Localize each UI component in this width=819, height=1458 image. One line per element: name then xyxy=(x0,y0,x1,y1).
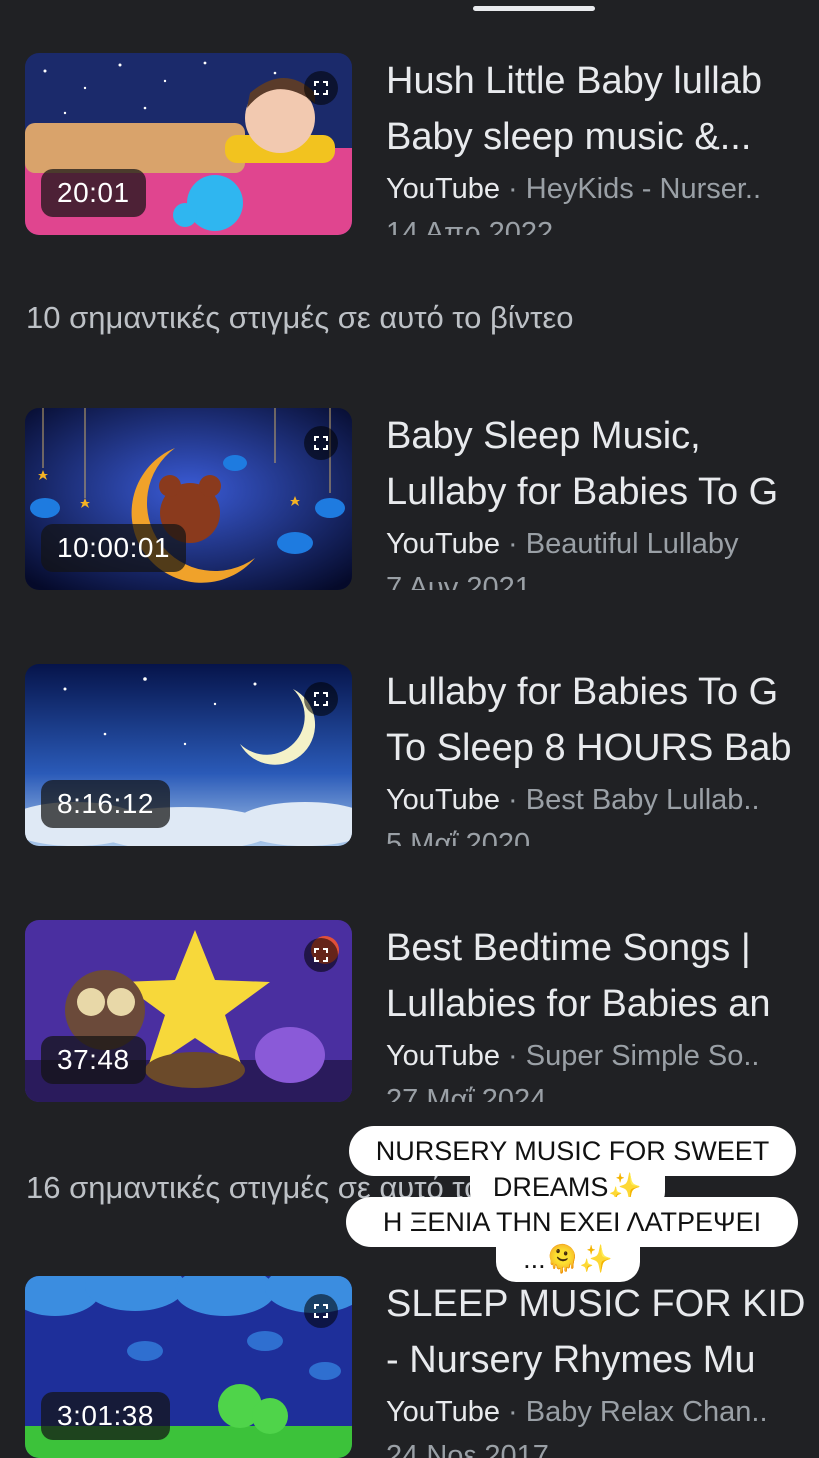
expand-icon[interactable] xyxy=(304,71,338,105)
expand-icon[interactable] xyxy=(304,938,338,972)
video-source: YouTube xyxy=(386,1040,500,1072)
expand-icon[interactable] xyxy=(304,682,338,716)
video-duration-badge: 3:01:38 xyxy=(41,1392,170,1440)
video-thumbnail[interactable]: 37:48 xyxy=(25,920,352,1102)
channel-name: · Super Simple So.. xyxy=(508,1040,760,1072)
video-result-3[interactable]: 8:16:12 Lullaby for Babies To G To Sleep… xyxy=(25,664,819,846)
channel-name: · Baby Relax Chan.. xyxy=(508,1396,768,1428)
upload-date: 24 Νοε 2017 xyxy=(386,1440,549,1458)
fullscreen-expand-icon xyxy=(314,81,328,95)
video-title-line-2[interactable]: To Sleep 8 HOURS Bab xyxy=(386,720,819,776)
channel-name: · Best Baby Lullab.. xyxy=(508,784,760,816)
video-source: YouTube xyxy=(386,173,500,205)
video-thumbnail[interactable]: 20:01 xyxy=(25,53,352,235)
video-title-line-2[interactable]: Baby sleep music &... xyxy=(386,109,819,165)
video-title-line-1[interactable]: Lullaby for Babies To G xyxy=(386,664,819,720)
video-duration-badge: 20:01 xyxy=(41,169,146,217)
expand-icon[interactable] xyxy=(304,1294,338,1328)
video-source: YouTube xyxy=(386,784,500,816)
video-source: YouTube xyxy=(386,528,500,560)
video-title-line-1[interactable]: Hush Little Baby lullab xyxy=(386,53,819,109)
video-thumbnail[interactable]: 3:01:38 xyxy=(25,1276,352,1458)
video-source: YouTube xyxy=(386,1396,500,1428)
fullscreen-expand-icon xyxy=(314,436,328,450)
upload-date: 14 Απρ 2022 xyxy=(386,217,554,235)
sheet-drag-handle[interactable] xyxy=(473,6,595,11)
video-title-line-2[interactable]: Lullaby for Babies To G xyxy=(386,464,819,520)
video-title-line-2[interactable]: - Nursery Rhymes Mu xyxy=(386,1332,819,1388)
video-title-line-2[interactable]: Lullabies for Babies an xyxy=(386,976,819,1032)
expand-icon[interactable] xyxy=(304,426,338,460)
video-result-2[interactable]: 10:00:01 Baby Sleep Music, Lullaby for B… xyxy=(25,408,819,590)
video-result-4[interactable]: 37:48 Best Bedtime Songs | Lullabies for… xyxy=(25,920,819,1102)
video-duration-badge: 10:00:01 xyxy=(41,524,186,572)
video-thumbnail[interactable]: 8:16:12 xyxy=(25,664,352,846)
fullscreen-expand-icon xyxy=(314,1304,328,1318)
video-result-5[interactable]: 3:01:38 SLEEP MUSIC FOR KID - Nursery Rh… xyxy=(25,1276,819,1458)
upload-date: 27 Μαΐ 2024 xyxy=(386,1084,547,1102)
video-result-1[interactable]: 20:01 Hush Little Baby lullab Baby sleep… xyxy=(25,53,819,235)
upload-date: 5 Μαΐ 2020 xyxy=(386,828,531,846)
story-text-sticker-line-4: ...🫠✨ xyxy=(496,1236,640,1282)
key-moments-link-1[interactable]: 10 σημαντικές στιγμές σε αυτό το βίντεο xyxy=(26,300,573,336)
video-thumbnail[interactable]: 10:00:01 xyxy=(25,408,352,590)
fullscreen-expand-icon xyxy=(314,692,328,706)
video-title-line-1[interactable]: Best Bedtime Songs | xyxy=(386,920,819,976)
upload-date: 7 Αυγ 2021 xyxy=(386,572,531,590)
channel-name: · HeyKids - Nurser.. xyxy=(508,173,762,205)
fullscreen-expand-icon xyxy=(314,948,328,962)
video-duration-badge: 8:16:12 xyxy=(41,780,170,828)
channel-name: · Beautiful Lullaby xyxy=(508,528,739,560)
video-duration-badge: 37:48 xyxy=(41,1036,146,1084)
video-title-line-1[interactable]: Baby Sleep Music, xyxy=(386,408,819,464)
video-title-line-1[interactable]: SLEEP MUSIC FOR KID xyxy=(386,1276,819,1332)
